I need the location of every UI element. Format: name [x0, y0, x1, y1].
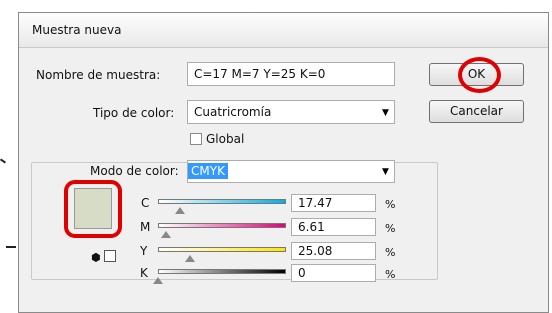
background-line: [0, 158, 7, 164]
slider-track-k[interactable]: [158, 269, 286, 274]
unit-k: %: [385, 268, 396, 281]
slider-thumb-k[interactable]: [153, 277, 163, 284]
slider-value-k[interactable]: 0: [291, 264, 376, 282]
color-mode-value: CMYK: [188, 163, 228, 179]
slider-label-c: C: [141, 196, 150, 210]
unit-m: %: [385, 222, 396, 235]
swatch-name-input[interactable]: C=17 M=7 Y=25 K=0: [187, 62, 395, 86]
slider-label-y: Y: [140, 244, 148, 258]
slider-track-m[interactable]: [158, 223, 286, 228]
unit-c: %: [385, 198, 396, 211]
slider-value-y[interactable]: 25.08: [291, 242, 376, 260]
title-bar: Muestra nueva: [19, 13, 548, 48]
color-type-label: Tipo de color:: [93, 106, 175, 120]
annotation-highlight: [64, 180, 122, 238]
slider-thumb-y[interactable]: [185, 255, 196, 262]
unit-y: %: [385, 246, 396, 259]
gamut-cube-icon: ⬢: [91, 251, 101, 264]
slider-value-c[interactable]: 17.47: [291, 194, 376, 212]
color-type-select[interactable]: Cuatricromía: [187, 100, 395, 124]
global-label: Global: [206, 132, 245, 146]
cancel-button[interactable]: Cancelar: [429, 100, 524, 123]
annotation-circle: [458, 57, 501, 93]
swatch-name-label: Nombre de muestra:: [36, 68, 161, 82]
slider-value-m[interactable]: 6.61: [291, 218, 376, 236]
dropdown-arrow-icon: ▼: [382, 108, 389, 118]
global-checkbox[interactable]: [190, 133, 202, 145]
color-mode-select[interactable]: CMYK: [187, 160, 395, 183]
color-mode-label: Modo de color:: [88, 164, 181, 178]
slider-track-y[interactable]: [158, 247, 286, 252]
slider-track-c[interactable]: [158, 199, 286, 204]
slider-thumb-m[interactable]: [161, 231, 172, 238]
dropdown-arrow-icon: ▼: [382, 167, 389, 177]
slider-label-k: K: [140, 266, 148, 280]
dialog-title: Muestra nueva: [32, 23, 122, 37]
background-line: [6, 246, 16, 248]
web-safe-square-icon: [104, 250, 116, 262]
slider-label-m: M: [140, 220, 151, 234]
slider-thumb-c[interactable]: [175, 207, 186, 214]
